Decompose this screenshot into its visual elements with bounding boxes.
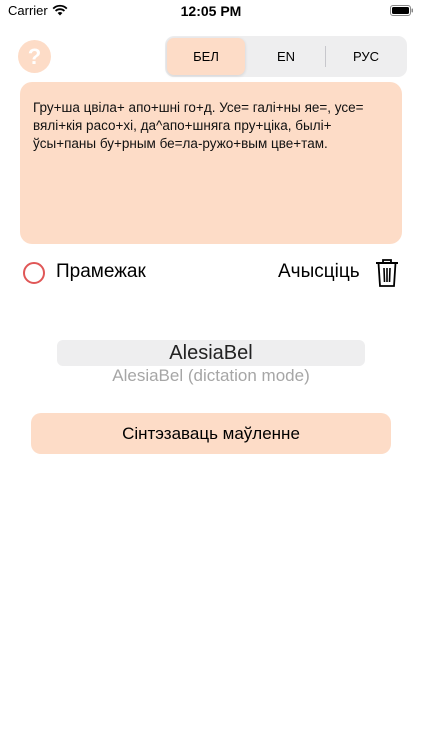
pause-checkbox[interactable] [23, 262, 45, 284]
clear-button[interactable]: Ачысціць [278, 261, 360, 283]
tab-english[interactable]: EN [247, 38, 325, 75]
synthesize-button[interactable]: Сінтэзаваць маўленне [31, 413, 391, 454]
help-button[interactable]: ? [18, 40, 51, 73]
language-switch[interactable]: БЕЛ EN РУС [165, 36, 407, 77]
trash-icon[interactable] [374, 258, 400, 288]
help-icon: ? [27, 44, 42, 69]
tab-belarusian[interactable]: БЕЛ [167, 38, 245, 75]
segment-divider [325, 46, 326, 67]
voice-picker-selected[interactable]: AlesiaBel [57, 340, 365, 366]
clock: 12:05 PM [180, 3, 242, 19]
battery-icon [390, 5, 413, 16]
pause-label: Прамежак [56, 261, 146, 282]
tab-russian[interactable]: РУС [327, 38, 405, 75]
text-input[interactable]: Гру+ша цвіла+ апо+шні го+д. Усе= галі+ны… [20, 82, 402, 244]
voice-picker-option[interactable]: AlesiaBel (dictation mode) [57, 366, 365, 386]
status-bar: Carrier 12:05 PM [0, 0, 422, 24]
